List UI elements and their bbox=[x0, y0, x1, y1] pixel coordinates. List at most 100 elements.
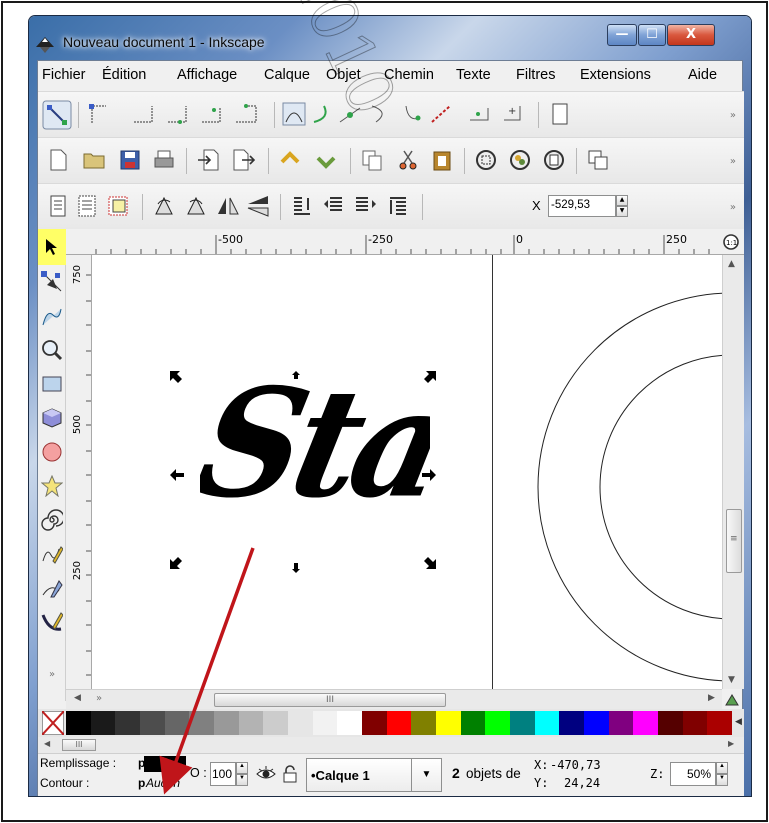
color-swatch[interactable] bbox=[460, 711, 486, 735]
menu-affichage[interactable]: Affichage bbox=[177, 67, 237, 83]
toolbar-overflow-icon[interactable]: » bbox=[730, 156, 736, 167]
horizontal-scrollbar[interactable]: ◀ » III ▶ bbox=[66, 689, 722, 709]
palette-scrollbar[interactable]: ◀ III ▶ bbox=[38, 737, 744, 753]
zoom-spin-up-icon[interactable]: ▲ bbox=[716, 762, 728, 774]
stroke-value[interactable]: Aucun bbox=[146, 776, 180, 790]
color-swatch[interactable] bbox=[189, 711, 215, 735]
circle-objects-icon[interactable] bbox=[532, 255, 722, 689]
menu-texte[interactable]: Texte bbox=[456, 67, 491, 83]
flip-vertical-icon[interactable] bbox=[246, 194, 270, 218]
lower-icon[interactable] bbox=[354, 194, 378, 218]
rotate-ccw-icon[interactable] bbox=[152, 194, 176, 218]
break-path-icon[interactable] bbox=[200, 102, 224, 126]
color-swatch[interactable] bbox=[510, 711, 536, 735]
node-select-icon[interactable] bbox=[42, 100, 72, 130]
color-swatch[interactable] bbox=[312, 711, 338, 735]
x-coordinate-field[interactable]: -529,53 bbox=[548, 195, 616, 217]
toolbox-overflow-icon[interactable]: » bbox=[96, 693, 102, 704]
select-all-layers-icon[interactable] bbox=[76, 194, 100, 218]
redo-icon[interactable] bbox=[314, 148, 338, 172]
select-all-icon[interactable] bbox=[46, 194, 70, 218]
delete-node-icon[interactable] bbox=[132, 102, 156, 126]
zoom-spin-down-icon[interactable]: ▼ bbox=[716, 774, 728, 786]
lock-icon[interactable] bbox=[282, 764, 298, 784]
vertical-scrollbar[interactable]: ▲ ≡ ▼ bbox=[722, 255, 744, 689]
menu-filtres[interactable]: Filtres bbox=[516, 67, 555, 83]
star-artwork[interactable]: Star bbox=[200, 365, 430, 555]
color-swatch[interactable] bbox=[707, 711, 733, 735]
segment-curve-icon[interactable] bbox=[430, 102, 454, 126]
toolbar-overflow-icon[interactable]: » bbox=[730, 110, 736, 121]
vertical-scroll-thumb[interactable]: ≡ bbox=[726, 509, 742, 573]
star-tool-icon[interactable] bbox=[41, 475, 63, 497]
3d-box-tool-icon[interactable] bbox=[41, 407, 63, 429]
node-cusp-icon[interactable] bbox=[282, 102, 306, 126]
lower-to-bottom-icon[interactable] bbox=[386, 194, 410, 218]
menu-fichier[interactable]: Fichier bbox=[42, 67, 86, 83]
menu-aide[interactable]: Aide bbox=[688, 67, 717, 83]
no-paint-swatch[interactable] bbox=[42, 711, 64, 735]
color-swatch[interactable] bbox=[140, 711, 166, 735]
drawing-canvas[interactable]: Star bbox=[92, 255, 722, 689]
object-to-path-icon[interactable] bbox=[466, 102, 490, 126]
layer-dropdown[interactable]: •Calque 1 ▼ bbox=[306, 758, 442, 792]
chevron-down-icon[interactable]: ▼ bbox=[411, 759, 441, 791]
ellipse-tool-icon[interactable] bbox=[41, 441, 63, 463]
node-smooth-icon[interactable] bbox=[310, 102, 334, 126]
stroke-to-path-icon[interactable]: + bbox=[500, 102, 524, 126]
node-tool-icon[interactable] bbox=[41, 271, 63, 293]
color-swatch[interactable] bbox=[411, 711, 437, 735]
pen-tool-icon[interactable] bbox=[41, 577, 63, 599]
calligraphy-tool-icon[interactable] bbox=[41, 611, 63, 633]
menu-calque[interactable]: Calque bbox=[264, 67, 310, 83]
save-icon[interactable] bbox=[118, 148, 142, 172]
menu-extensions[interactable]: Extensions bbox=[580, 67, 651, 83]
color-swatch[interactable] bbox=[115, 711, 141, 735]
opacity-spin-up-icon[interactable]: ▲ bbox=[236, 762, 248, 774]
palette-scroll-right-icon[interactable]: ▶ bbox=[728, 739, 734, 748]
opacity-spin-down-icon[interactable]: ▼ bbox=[236, 774, 248, 786]
maximize-button[interactable]: ☐ bbox=[638, 24, 666, 46]
zoom-page-icon[interactable] bbox=[542, 148, 566, 172]
scroll-down-icon[interactable]: ▼ bbox=[728, 675, 735, 685]
raise-icon[interactable] bbox=[322, 194, 346, 218]
color-swatch[interactable] bbox=[214, 711, 240, 735]
color-swatch[interactable] bbox=[534, 711, 560, 735]
scroll-left-icon[interactable]: ◀ bbox=[74, 693, 81, 703]
paste-icon[interactable] bbox=[430, 148, 454, 172]
zoom-correction-icon[interactable]: 1:1 bbox=[722, 233, 740, 251]
color-swatch[interactable] bbox=[288, 711, 314, 735]
deselect-icon[interactable] bbox=[106, 194, 130, 218]
zoom-drawing-icon[interactable] bbox=[508, 148, 532, 172]
print-icon[interactable] bbox=[152, 148, 176, 172]
opacity-field[interactable]: 100 bbox=[210, 762, 236, 786]
cms-adjust-icon[interactable] bbox=[724, 693, 740, 707]
x-spin-up-icon[interactable]: ▲ bbox=[616, 195, 628, 206]
export-icon[interactable] bbox=[232, 148, 256, 172]
color-swatch[interactable] bbox=[436, 711, 462, 735]
horizontal-scroll-thumb[interactable]: III bbox=[214, 693, 446, 707]
join-segment-icon[interactable] bbox=[234, 102, 258, 126]
toolbox-overflow-icon[interactable]: » bbox=[41, 669, 63, 691]
cut-icon[interactable] bbox=[396, 148, 420, 172]
color-swatch[interactable] bbox=[682, 711, 708, 735]
import-icon[interactable] bbox=[196, 148, 220, 172]
menu-edition[interactable]: Édition bbox=[102, 67, 146, 83]
vertical-ruler[interactable]: 750 500 250 bbox=[66, 255, 92, 689]
duplicate-icon[interactable] bbox=[586, 148, 610, 172]
zoom-tool-icon[interactable] bbox=[41, 339, 63, 361]
palette-menu-icon[interactable]: ◀ bbox=[735, 717, 742, 727]
color-swatch[interactable] bbox=[485, 711, 511, 735]
spiral-tool-icon[interactable] bbox=[41, 509, 63, 531]
undo-icon[interactable] bbox=[278, 148, 302, 172]
join-nodes-icon[interactable] bbox=[166, 102, 190, 126]
minimize-button[interactable]: — bbox=[607, 24, 637, 46]
color-swatch[interactable] bbox=[584, 711, 610, 735]
color-swatch[interactable] bbox=[263, 711, 289, 735]
raise-to-top-icon[interactable] bbox=[290, 194, 314, 218]
toolbar-overflow-icon[interactable]: » bbox=[730, 202, 736, 213]
color-swatch[interactable] bbox=[559, 711, 585, 735]
tweak-tool-icon[interactable] bbox=[41, 305, 63, 327]
color-swatch[interactable] bbox=[90, 711, 116, 735]
close-button[interactable]: X bbox=[667, 24, 715, 46]
